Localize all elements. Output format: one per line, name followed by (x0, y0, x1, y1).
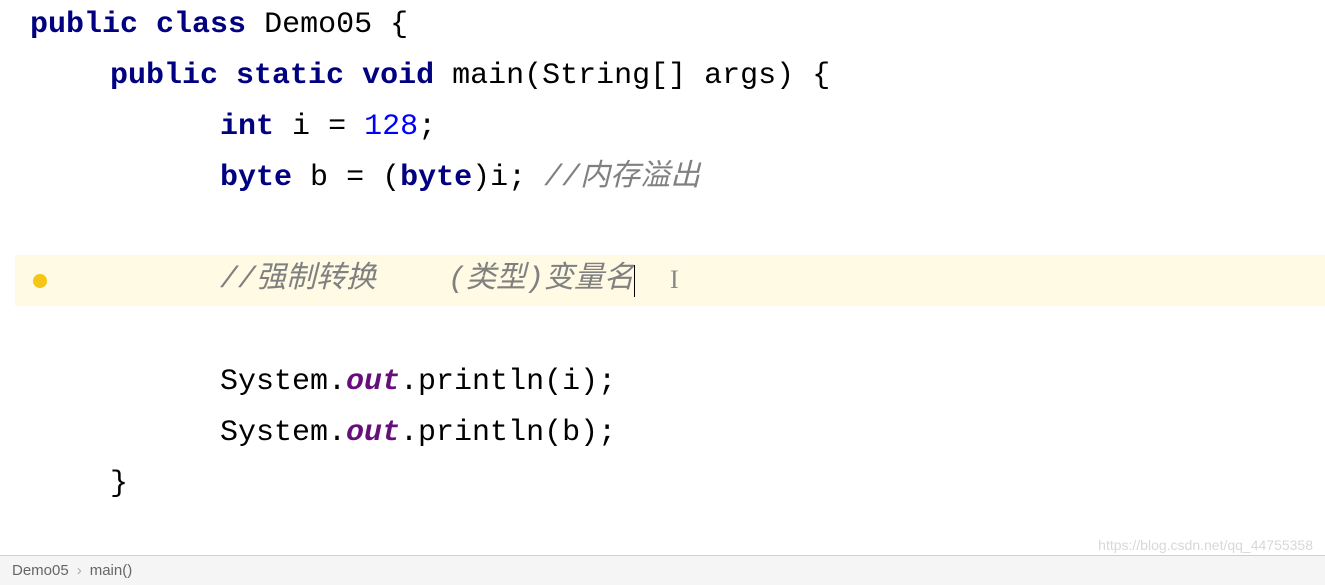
class-ref: System. (220, 408, 346, 459)
params: (String[] args) (524, 51, 794, 102)
comment: //内存溢出 (544, 153, 700, 204)
brace: { (390, 0, 408, 51)
variable: b (310, 153, 328, 204)
field: out (346, 408, 400, 459)
code-line-empty[interactable] (15, 306, 1325, 357)
code-line[interactable]: public class Demo05 { (15, 0, 1325, 51)
operator: = (346, 153, 364, 204)
code-line[interactable]: byte b = (byte)i; //内存溢出 (15, 153, 1325, 204)
keyword: byte (400, 153, 472, 204)
class-name: Demo05 (264, 0, 372, 51)
code-line-empty[interactable] (15, 204, 1325, 255)
method-call: .println(i); (400, 357, 616, 408)
breadcrumb[interactable]: Demo05 › main() (0, 555, 1325, 585)
keyword: int (220, 102, 274, 153)
brace: { (812, 51, 830, 102)
keyword: public (110, 51, 218, 102)
ibeam-cursor-icon: I (670, 258, 679, 302)
cast-close: )i; (472, 153, 526, 204)
method-call: .println(b); (400, 408, 616, 459)
chevron-right-icon: › (77, 562, 82, 579)
code-editor[interactable]: public class Demo05 { public static void… (0, 0, 1325, 510)
watermark: https://blog.csdn.net/qq_44755358 (1098, 537, 1313, 553)
method-name: main (452, 51, 524, 102)
code-line[interactable]: } (15, 459, 1325, 510)
number: 128 (364, 102, 418, 153)
code-line-active[interactable]: //强制转换 (类型)变量名 I (15, 255, 1325, 306)
paren: ( (382, 153, 400, 204)
variable: i (292, 102, 310, 153)
class-ref: System. (220, 357, 346, 408)
semicolon: ; (418, 102, 436, 153)
operator: = (328, 102, 346, 153)
code-line[interactable]: System.out.println(i); (15, 357, 1325, 408)
keyword: class (156, 0, 246, 51)
keyword: static (236, 51, 344, 102)
brace: } (110, 459, 128, 510)
keyword: void (362, 51, 434, 102)
lightbulb-icon[interactable] (33, 274, 47, 288)
code-line[interactable]: int i = 128; (15, 102, 1325, 153)
breadcrumb-item[interactable]: main() (90, 562, 133, 579)
field: out (346, 357, 400, 408)
comment: //强制转换 (类型)变量名 (220, 255, 634, 306)
code-line[interactable]: System.out.println(b); (15, 408, 1325, 459)
text-cursor (634, 265, 635, 297)
breadcrumb-item[interactable]: Demo05 (12, 562, 69, 579)
keyword: public (30, 0, 138, 51)
keyword: byte (220, 153, 292, 204)
code-line[interactable]: public static void main(String[] args) { (15, 51, 1325, 102)
